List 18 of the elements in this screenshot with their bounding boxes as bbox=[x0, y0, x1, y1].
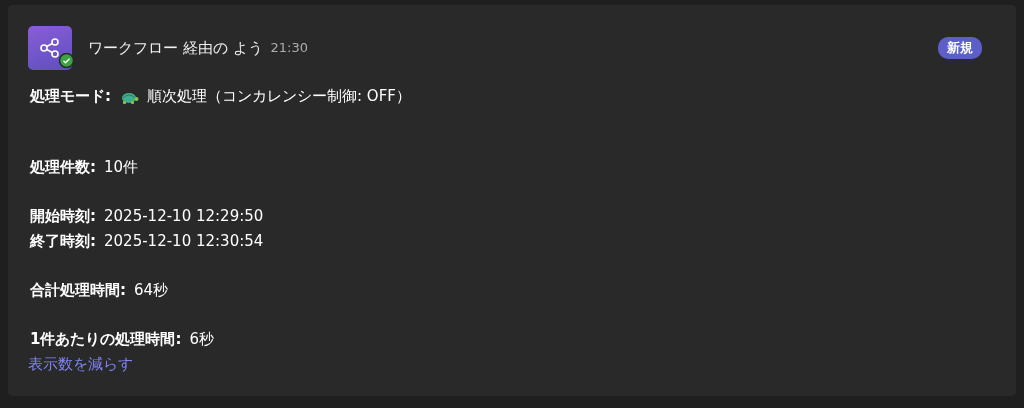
new-label: 新規 bbox=[938, 37, 982, 59]
field-value: 2025-12-10 12:29:50 bbox=[104, 206, 264, 227]
show-less-link[interactable]: 表示数を減らす bbox=[28, 355, 133, 373]
status-check-icon bbox=[59, 53, 74, 68]
field-value: 64秒 bbox=[134, 280, 169, 301]
field-label: 処理モード: bbox=[30, 86, 111, 107]
field-label: 終了時刻: bbox=[30, 231, 96, 252]
field-label: 処理件数: bbox=[30, 157, 96, 178]
sender-name: ワークフロー 経由の よう bbox=[88, 37, 263, 59]
message-time: 21:30 bbox=[270, 39, 308, 58]
field-label: 合計処理時間: bbox=[30, 280, 126, 301]
field-label: 1件あたりの処理時間: bbox=[30, 329, 182, 350]
share-icon bbox=[39, 37, 61, 59]
field-value: 6秒 bbox=[189, 329, 214, 350]
field-value: 順次処理（コンカレンシー制御: OFF） bbox=[147, 86, 411, 107]
field-value: 10件 bbox=[104, 157, 139, 178]
field-label: 開始時刻: bbox=[30, 206, 96, 227]
field-value: 2025-12-10 12:30:54 bbox=[104, 231, 264, 252]
